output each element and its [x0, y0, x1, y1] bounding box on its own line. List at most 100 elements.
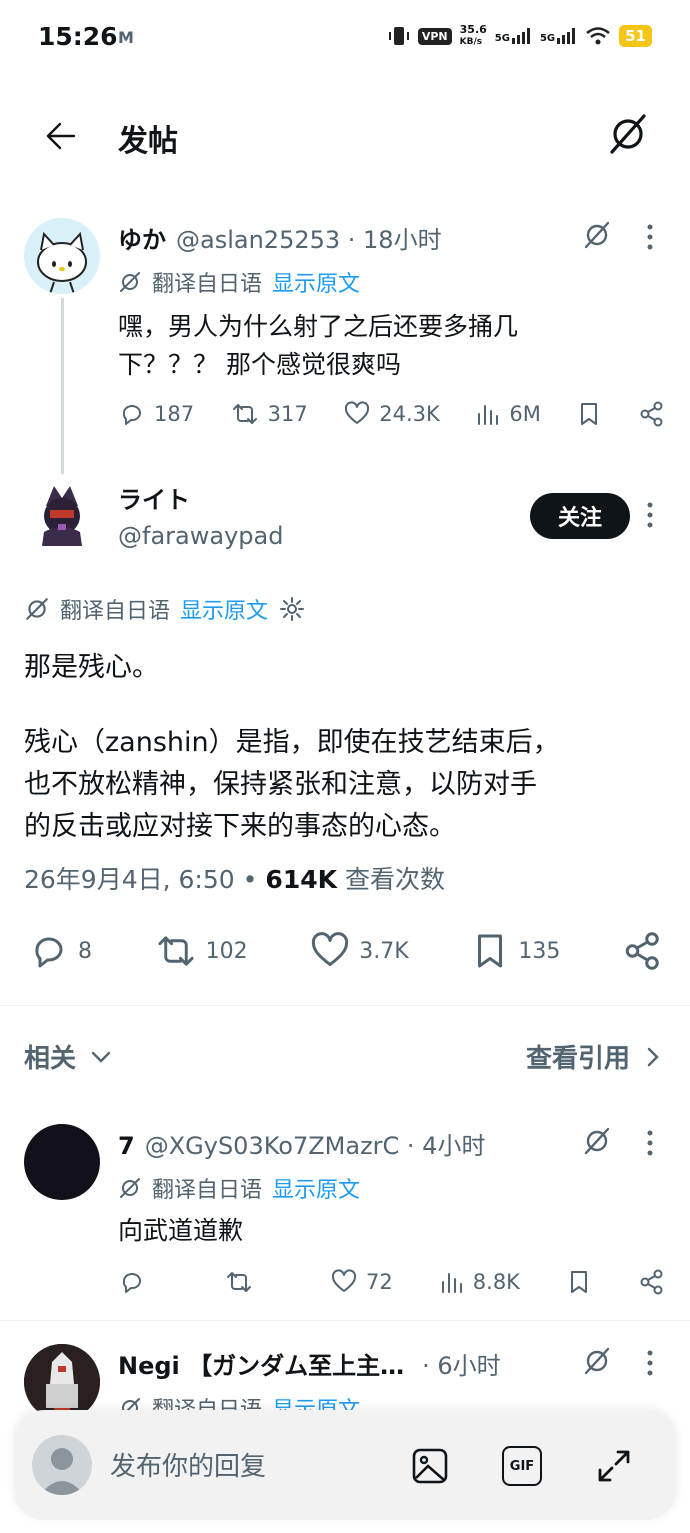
heart-icon — [332, 1269, 357, 1292]
main-tweet-name[interactable]: ライト — [118, 480, 190, 515]
reply-action[interactable]: 187 — [118, 400, 194, 428]
views-count: 6M — [509, 402, 541, 426]
retweet-action[interactable]: 317 — [230, 400, 308, 428]
parent-text-line: 下？？？ 那个感觉很爽吗 — [118, 350, 401, 379]
chevron-right-icon — [647, 1047, 659, 1066]
main-tweet-meta: 26年9月4日, 6:50 • 614K 查看次数 — [24, 860, 445, 896]
reply2-header: Negi 【ガンダム至上主… · 6小时 — [118, 1346, 501, 1381]
status-time: 15:26 — [38, 22, 118, 51]
main-tweet-handle[interactable]: @farawaypad — [118, 522, 283, 550]
main-more-button[interactable] — [646, 502, 654, 528]
like-action[interactable]: 24.3K — [343, 400, 440, 428]
retweet-action[interactable] — [224, 1268, 284, 1296]
share-action[interactable] — [638, 400, 666, 428]
retweet-icon — [232, 404, 257, 424]
grok-button[interactable] — [606, 112, 650, 156]
show-original-link[interactable]: 显示原文 — [180, 593, 268, 625]
more-vertical-icon — [647, 1130, 653, 1156]
retweet-count: 317 — [267, 402, 308, 426]
signal-bars-icon — [511, 28, 530, 44]
main-text-line: 的反击或应对接下来的事态的心态。 — [24, 811, 456, 842]
gear-icon[interactable] — [278, 595, 306, 623]
share-action[interactable] — [622, 930, 664, 972]
retweet-action[interactable]: 102 — [154, 930, 248, 972]
reply-count: 8 — [78, 938, 92, 964]
reply2-meta: · 6小时 — [422, 1352, 501, 1380]
expand-button[interactable] — [594, 1446, 634, 1486]
parent-grok-button[interactable] — [582, 220, 612, 250]
views-action[interactable]: 8.8K — [439, 1268, 520, 1296]
show-original-link[interactable]: 显示原文 — [272, 266, 360, 298]
parent-tweet-actions: 187 317 24.3K 6M — [118, 400, 666, 428]
related-dropdown[interactable]: 相关 — [24, 1038, 112, 1075]
view-label: 查看次数 — [344, 865, 445, 894]
reply2-more-button[interactable] — [646, 1350, 654, 1376]
share-icon — [640, 401, 663, 427]
gundam-figure-avatar-icon — [24, 1344, 100, 1420]
views-chart-icon — [478, 405, 499, 425]
bookmark-icon — [478, 934, 503, 968]
reply-icon — [122, 1273, 141, 1293]
like-action[interactable]: 3.7K — [309, 930, 409, 972]
view-count: 614K — [265, 865, 337, 894]
related-label: 相关 — [24, 1044, 77, 1074]
view-quotes-label: 查看引用 — [525, 1044, 630, 1074]
show-original-link[interactable]: 显示原文 — [272, 1172, 360, 1204]
signal-bars-icon — [557, 28, 576, 44]
retweet-count: 102 — [205, 938, 248, 964]
like-action[interactable]: 72 — [330, 1268, 393, 1296]
reply1-more-button[interactable] — [646, 1130, 654, 1156]
reply1-grok-button[interactable] — [582, 1126, 612, 1156]
reply1-name[interactable]: 7 — [118, 1132, 135, 1160]
signal-1-label: 5G — [494, 33, 510, 44]
thread-connector-line — [61, 298, 64, 474]
heart-icon — [345, 401, 370, 424]
share-action[interactable] — [638, 1268, 666, 1296]
net-speed-value: 35.6 — [459, 23, 487, 36]
signal-2-label: 5G — [539, 33, 556, 44]
views-action[interactable]: 6M — [475, 400, 541, 428]
heart-icon — [312, 932, 349, 966]
reply2-name[interactable]: Negi 【ガンダム至上主… — [118, 1346, 404, 1381]
main-text-line: 残心（zanshin）是指，即使在技艺结束后， — [24, 727, 560, 758]
reply2-avatar[interactable] — [24, 1344, 100, 1420]
parent-tweet-avatar[interactable] — [24, 218, 100, 294]
bookmark-action[interactable] — [576, 400, 602, 428]
image-icon — [412, 1448, 448, 1484]
more-vertical-icon — [647, 502, 653, 528]
bookmark-action[interactable]: 135 — [470, 930, 560, 972]
mail-notification-icon: M — [118, 28, 134, 47]
main-tweet-avatar[interactable] — [24, 476, 100, 552]
status-icons: VPN 35.6 KB/s 5G 5G 51 — [388, 24, 652, 48]
like-count: 3.7K — [359, 938, 409, 964]
parent-text-line: 嘿，男人为什么射了之后还要多捅几 — [118, 312, 519, 341]
gif-button[interactable]: GIF — [502, 1446, 542, 1486]
follow-button[interactable]: 关注 — [530, 493, 630, 539]
net-speed-unit: KB/s — [459, 37, 483, 47]
views-chart-icon — [441, 1273, 462, 1293]
parent-more-button[interactable] — [646, 224, 654, 250]
reply1-actions: 72 8.8K — [118, 1268, 666, 1296]
reply1-avatar[interactable] — [24, 1124, 100, 1200]
reply2-grok-button[interactable] — [582, 1346, 612, 1376]
like-count: 72 — [366, 1270, 393, 1294]
parent-translate-row: 翻译自日语 显示原文 — [118, 266, 360, 298]
signal-1: 5G — [495, 28, 532, 44]
reply1-text: 向武道道歉 — [118, 1216, 244, 1245]
main-text-line: 也不放松精神，保持紧张和注意，以防对手 — [24, 769, 537, 800]
reply-action[interactable] — [118, 1268, 178, 1296]
bookmark-action[interactable] — [566, 1268, 592, 1296]
image-button[interactable] — [410, 1446, 450, 1486]
timestamp: 26年9月4日, 6:50 — [24, 865, 235, 894]
my-avatar[interactable] — [32, 1435, 92, 1495]
grok-icon — [584, 1127, 610, 1155]
reply-action[interactable]: 8 — [28, 930, 92, 972]
view-quotes-link[interactable]: 查看引用 — [526, 1038, 660, 1075]
reply-input[interactable]: 发布你的回复 — [110, 1446, 266, 1483]
separator-dot: • — [242, 865, 258, 894]
more-vertical-icon — [647, 1350, 653, 1376]
back-button[interactable] — [40, 115, 82, 157]
main-tweet-actions: 8 102 3.7K 135 — [28, 930, 664, 972]
parent-tweet-text: 嘿，男人为什么射了之后还要多捅几 下？？？ 那个感觉很爽吗 — [118, 308, 518, 384]
parent-tweet-name[interactable]: ゆか — [118, 220, 166, 255]
